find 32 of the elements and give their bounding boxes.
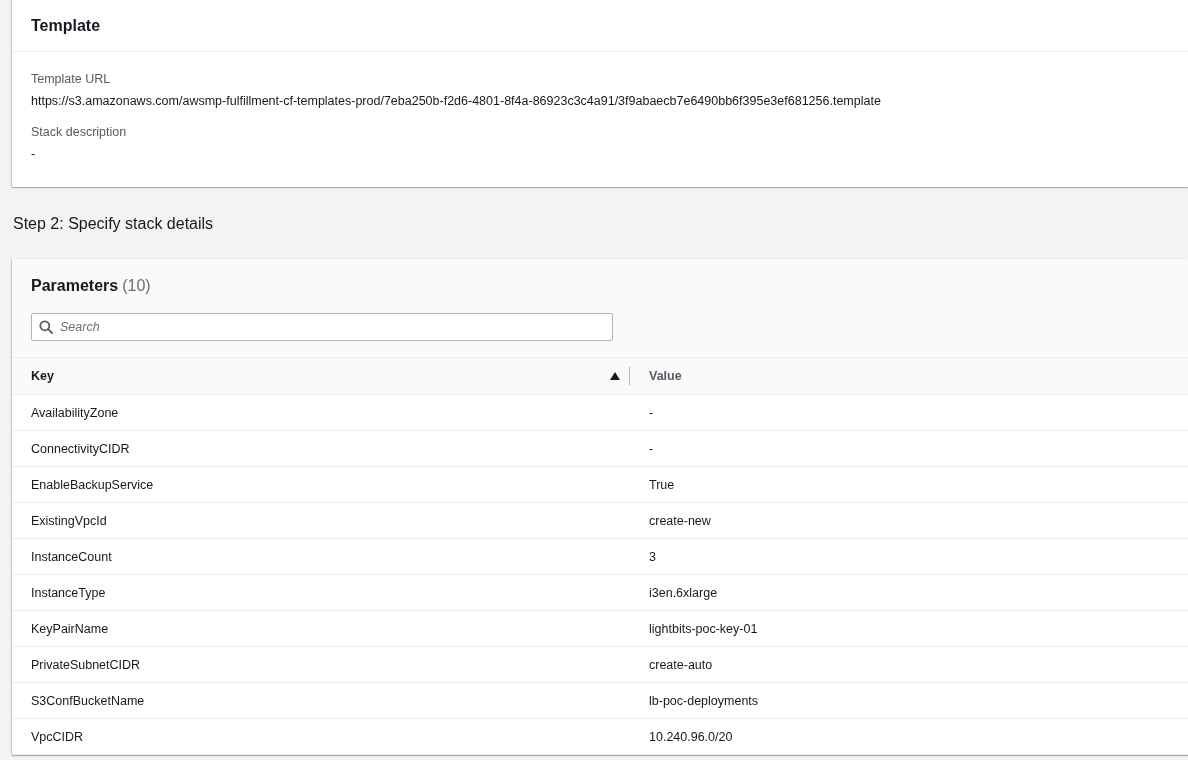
table-cell: - <box>649 441 654 456</box>
table-cell: lightbits-poc-key-01 <box>649 621 758 636</box>
column-header[interactable]: Key <box>31 369 54 383</box>
table-cell: VpcCIDR <box>31 729 84 744</box>
table-cell: KeyPairName <box>31 621 109 636</box>
parameter-count: (10) <box>122 277 151 294</box>
table-cell: S3ConfBucketName <box>31 693 145 708</box>
table-cell: InstanceType <box>31 585 106 600</box>
field-value: - <box>31 147 37 161</box>
column-header[interactable]: Value <box>649 369 682 383</box>
step-title: Step 2: Specify stack details <box>12 214 215 234</box>
table-cell: create-new <box>649 513 711 528</box>
table-cell: 10.240.96.0/20 <box>649 729 733 744</box>
sort-ascending-icon[interactable] <box>610 372 620 380</box>
table-cell: lb-poc-deployments <box>649 693 759 708</box>
table-cell: PrivateSubnetCIDR <box>31 657 141 672</box>
table-cell: 3 <box>649 549 656 564</box>
table-cell: create-auto <box>649 657 713 672</box>
table-cell: EnableBackupService <box>31 477 154 492</box>
table-cell: InstanceCount <box>31 549 112 564</box>
field-value: https://s3.amazonaws.com/awsmp-fulfillment-cf-templates-prod/7eba250b-f2d6-4801-8f4a-86923c3c4a91/3f9abaecb7e6490bb6f395e3ef681256.template <box>31 94 882 108</box>
table-cell: ExistingVpcId <box>31 513 107 528</box>
table-cell: AvailabilityZone <box>31 405 119 420</box>
field-label: Stack description <box>31 125 128 139</box>
field-label: Template URL <box>31 72 112 86</box>
table-cell: i3en.6xlarge <box>649 585 718 600</box>
card-title: Parameters <box>31 277 119 294</box>
table-cell: - <box>649 405 654 420</box>
table-cell: True <box>649 477 675 492</box>
card-title: Template <box>31 16 101 35</box>
search-field[interactable]: Search <box>31 313 613 341</box>
table-cell: ConnectivityCIDR <box>31 441 130 456</box>
